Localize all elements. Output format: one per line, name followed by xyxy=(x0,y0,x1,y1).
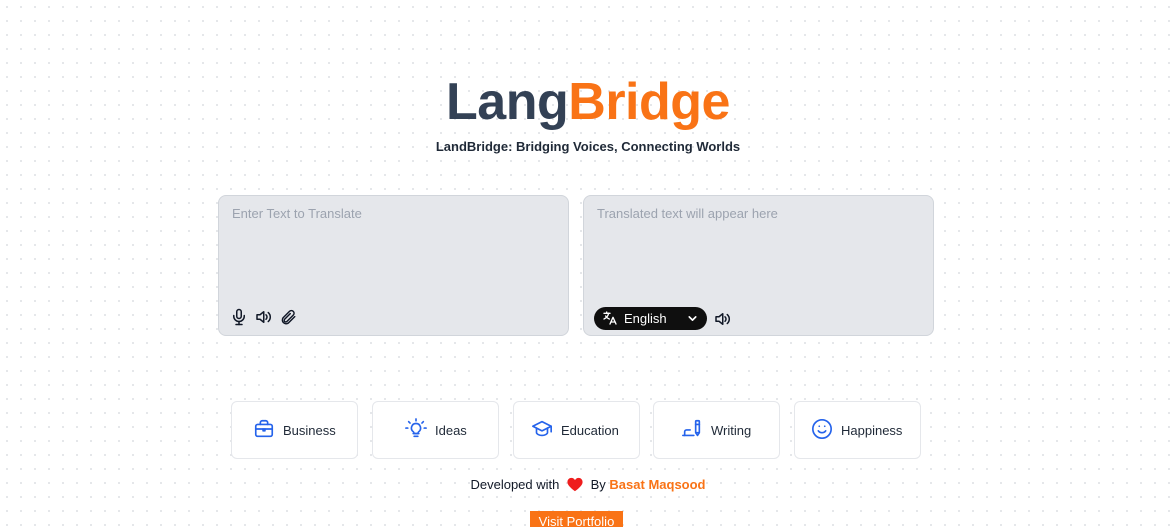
paperclip-icon[interactable] xyxy=(279,308,297,326)
author-link[interactable]: Basat Maqsood xyxy=(609,477,705,492)
source-text-input[interactable] xyxy=(232,206,554,294)
speaker-icon[interactable] xyxy=(713,310,731,328)
footer-prefix: Developed with xyxy=(470,477,560,492)
lightbulb-icon xyxy=(405,418,427,440)
app-title: LangBridge xyxy=(0,72,1176,132)
app-title-part1: Lang xyxy=(446,73,569,131)
source-text-panel xyxy=(218,195,569,336)
footer-by: By xyxy=(590,477,606,492)
briefcase-icon xyxy=(253,418,275,440)
category-label: Education xyxy=(561,423,619,438)
footer-credit: Developed with By Basat Maqsood xyxy=(0,477,1176,493)
translate-icon xyxy=(602,310,618,326)
app-title-part2: Bridge xyxy=(568,73,730,131)
category-label: Ideas xyxy=(435,423,467,438)
selected-language: English xyxy=(624,311,667,326)
visit-portfolio-button[interactable]: Visit Portfolio xyxy=(530,511,623,527)
smile-icon xyxy=(811,418,833,440)
category-education-button[interactable]: Education xyxy=(513,401,640,459)
chevron-down-icon xyxy=(686,312,699,325)
heart-icon xyxy=(567,477,583,492)
category-happiness-button[interactable]: Happiness xyxy=(794,401,921,459)
category-business-button[interactable]: Business xyxy=(231,401,358,459)
speaker-icon[interactable] xyxy=(254,308,272,326)
category-label: Writing xyxy=(711,423,752,438)
translated-text-panel: English xyxy=(583,195,934,336)
category-label: Happiness xyxy=(841,423,903,438)
translated-text-output[interactable] xyxy=(597,206,919,294)
pen-writing-icon xyxy=(681,418,703,440)
category-list: Business Ideas Education Writing Happine… xyxy=(231,401,922,459)
category-label: Business xyxy=(283,423,336,438)
category-writing-button[interactable]: Writing xyxy=(653,401,780,459)
app-tagline: LandBridge: Bridging Voices, Connecting … xyxy=(435,139,741,154)
microphone-icon[interactable] xyxy=(230,308,248,326)
category-ideas-button[interactable]: Ideas xyxy=(372,401,499,459)
target-language-select[interactable]: English xyxy=(594,307,707,330)
page: LangBridge LandBridge: Bridging Voices, … xyxy=(0,0,1176,527)
graduation-cap-icon xyxy=(531,418,553,440)
